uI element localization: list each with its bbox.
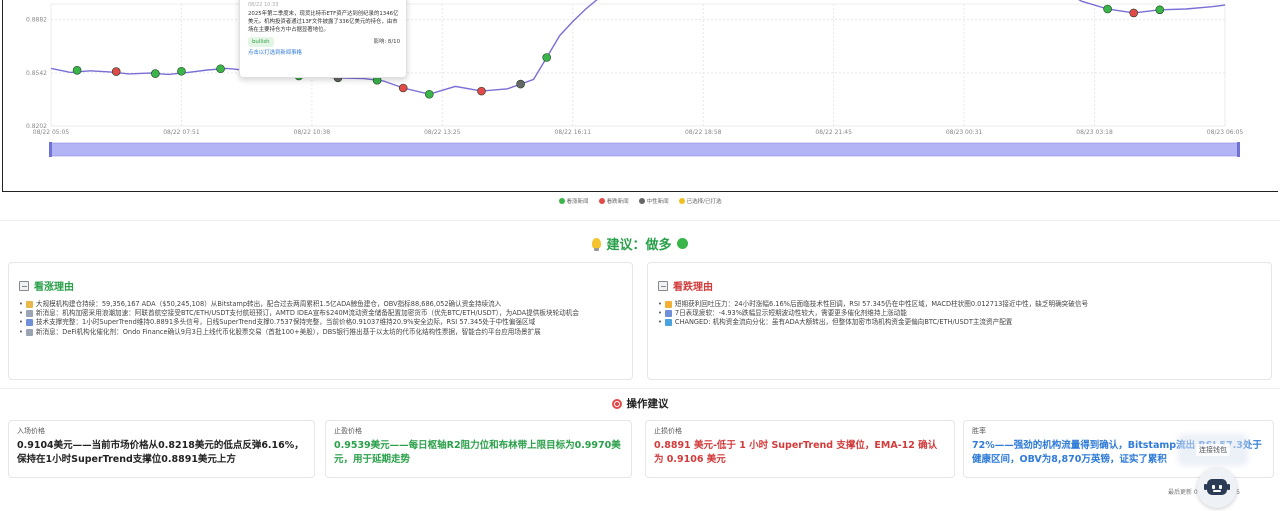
card-label: 入场价格 [17, 427, 45, 435]
plot-area [50, 3, 1226, 127]
green-circle-icon [676, 238, 688, 249]
robot-icon [1204, 479, 1230, 495]
range-slider-right-handle [1237, 142, 1240, 157]
list-item: CHANGED: 机构资金流向分化：虽有ADA大额转出，但整体加密市场机构资金更… [658, 318, 1261, 327]
card-value: 0.8891 美元-低于 1 小时 SuperTrend 支撑位，EMA-12 … [654, 440, 938, 465]
recommendation-label: 建议：做多 [606, 238, 672, 253]
bullish-news-marker [177, 66, 186, 76]
list-item: 短期获利回吐压力：24小时涨幅6.16%后面临技术性回调，RSI 57.345仍… [658, 300, 1261, 309]
x-tick-label: 08/22 13:25 [424, 129, 461, 136]
bear-reason-list: 短期获利回吐压力：24小时涨幅6.16%后面临技术性回调，RSI 57.345仍… [658, 300, 1261, 328]
bull-panel-title: 看涨理由 [34, 282, 74, 293]
bullish-news-marker [1155, 5, 1165, 15]
newspaper-icon [25, 310, 33, 318]
bullish-news-marker [151, 69, 160, 78]
legend-item-neutral[interactable]: 中性新闻 [638, 197, 669, 205]
take-profit-card: 止盈价格 0.9539美元——每日枢轴R2阻力位和布林带上限目标为0.9970美… [325, 420, 632, 478]
gray-dot-icon [638, 198, 645, 204]
chart-legend: 看涨新闻 看跌新闻 中性新闻 已选择/已打选 [0, 197, 1280, 205]
bearish-news-marker [1129, 8, 1138, 18]
bull-panel-header: 看涨理由 [19, 278, 622, 293]
connect-wallet-button[interactable]: 连接钱包 [1196, 444, 1230, 456]
tooltip-text: 2025年第二季度末，现货比特币ETF资产达到创纪录的1346亿美元。机构投资者… [248, 11, 399, 33]
green-dot-icon [558, 198, 565, 204]
legend-item-bullish[interactable]: 看涨新闻 [558, 197, 589, 205]
stop-loss-card: 止损价格 0.8891 美元-低于 1 小时 SuperTrend 支撑位，EM… [645, 420, 955, 478]
bearish-news-marker [477, 86, 486, 96]
neutral-news-marker [516, 79, 525, 89]
bar-chart-icon [25, 319, 33, 327]
card-value: 0.9539美元——每日枢轴R2阻力位和布林带上限目标为0.9970美元，用于延… [334, 440, 621, 465]
red-dot-icon [598, 198, 605, 204]
legend-label: 看跌新闻 [606, 199, 629, 205]
newspaper-icon [25, 328, 33, 336]
entry-price-card: 入场价格 0.9104美元——当前市场价格从0.8218美元的低点反弹6.16%… [8, 420, 315, 478]
y-tick-label: 0.8542 [26, 70, 47, 77]
list-item: 技术支撑完整：1小时SuperTrend维持0.8891多头信号，日线Super… [19, 318, 622, 327]
lightbulb-icon [592, 238, 602, 251]
bull-reasons-panel: 看涨理由 大规模机构建仓持续：59,356,167 ADA（$50,245,10… [8, 262, 633, 380]
legend-label: 已选择/已打选 [686, 199, 722, 205]
x-tick-label: 08/22 16:11 [555, 129, 592, 136]
divider [0, 388, 1280, 389]
divider [0, 220, 1280, 221]
legend-item-selected[interactable]: 已选择/已打选 [678, 197, 722, 205]
card-label: 止盈价格 [334, 427, 362, 435]
x-tick-label: 08/22 05:05 [33, 129, 70, 136]
chart-down-icon [658, 280, 668, 291]
bear-panel-title: 看跌理由 [673, 282, 713, 293]
bull-reason-list: 大规模机构建仓持续：59,356,167 ADA（$50,245,108）从Bi… [19, 300, 622, 337]
impact-score: 影响: 8/10 [373, 39, 400, 45]
bullish-news-marker [216, 64, 225, 74]
chart-up-icon [19, 280, 29, 291]
ops-title-label: 操作建议 [626, 398, 669, 410]
refresh-icon [664, 319, 672, 327]
bullish-news-marker [424, 89, 434, 99]
bar-chart-icon [664, 310, 672, 318]
x-tick-label: 08/22 21:45 [815, 129, 852, 136]
target-icon [611, 398, 622, 409]
legend-item-bearish[interactable]: 看跌新闻 [598, 197, 629, 205]
list-item: 大规模机构建仓持续：59,356,167 ADA（$50,245,108）从Bi… [19, 300, 622, 309]
price-line [51, 0, 1225, 95]
range-slider [50, 142, 1240, 157]
bullish-news-marker [72, 66, 82, 75]
warning-icon [664, 301, 672, 308]
yellow-dot-icon [678, 198, 685, 204]
x-tick-label: 08/23 00:31 [946, 129, 983, 136]
moneybag-icon [25, 301, 33, 308]
price-chart[interactable]: 08/22 05:05 08/22 07:51 08/22 10:38 08/22 1… [2, 0, 1278, 192]
recommendation-title: 建议：做多 [0, 234, 1280, 253]
legend-label: 中性新闻 [646, 199, 669, 205]
bearish-news-marker [398, 83, 408, 93]
bear-reasons-panel: 看跌理由 短期获利回吐压力：24小时涨幅6.16%后面临技术性回调，RSI 57… [647, 262, 1272, 380]
list-item: 新消息：DeFi机构化催化剂：Ondo Finance确认9月3日上线代币化股票… [19, 328, 622, 337]
news-tooltip: 08/22 10:33 2025年第二季度末，现货比特币ETF资产达到创纪录的1… [239, 0, 407, 78]
range-slider-left-handle [49, 142, 52, 157]
tooltip-date: 08/22 10:33 [248, 2, 279, 8]
sentiment-badge: bullish [248, 37, 274, 47]
x-tick-label: 08/22 07:51 [163, 129, 200, 136]
x-tick-label: 08/23 06:05 [1207, 129, 1244, 136]
x-tick-label: 08/23 03:18 [1076, 129, 1113, 136]
bullish-news-marker [1103, 4, 1112, 14]
legend-label: 看涨新闻 [566, 199, 589, 205]
bearish-news-marker [111, 67, 121, 76]
card-value: 0.9104美元——当前市场价格从0.8218美元的低点反弹6.16%，保持在1… [17, 440, 304, 465]
x-tick-label: 08/22 18:58 [685, 129, 722, 136]
y-tick-label: 0.8202 [26, 123, 47, 130]
chart-canvas[interactable]: 08/22 05:05 08/22 07:51 08/22 10:38 08/22 1… [3, 0, 1279, 192]
bullish-news-marker [542, 53, 551, 62]
bear-panel-header: 看跌理由 [658, 278, 1261, 293]
x-tick-label: 08/22 10:38 [294, 129, 331, 136]
tooltip-link[interactable]: 点击以打选到新闻事格 [248, 49, 400, 57]
chat-bot-button[interactable] [1197, 468, 1237, 508]
card-label: 止损价格 [654, 427, 682, 435]
y-tick-label: 0.8882 [26, 17, 47, 24]
ops-title: 操作建议 [0, 396, 1280, 411]
